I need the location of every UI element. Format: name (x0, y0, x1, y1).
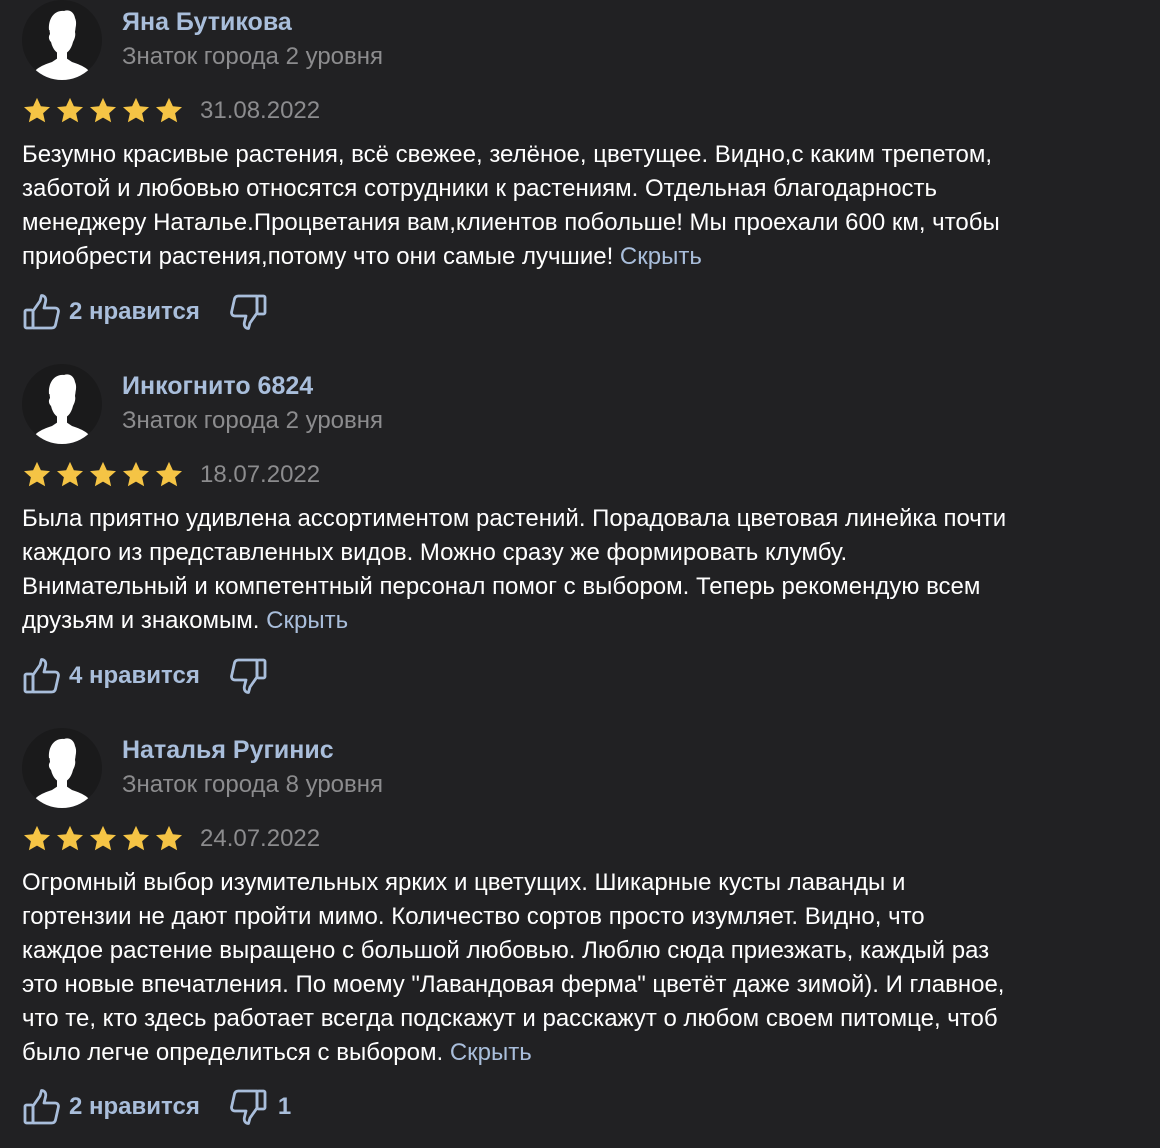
review-text-line: Внимательный и компетентный персонал пом… (22, 573, 981, 600)
review-date: 18.07.2022 (200, 461, 321, 488)
like-count: 4 нравится (69, 662, 200, 689)
avatar[interactable] (22, 364, 102, 444)
star-icon (156, 461, 182, 487)
author-level: Знаток города 8 уровня (122, 771, 384, 798)
author-name[interactable]: Яна Бутикова (122, 8, 292, 37)
like-count: 2 нравится (69, 1093, 200, 1120)
hide-text-link[interactable]: Скрыть (266, 607, 348, 634)
like-button[interactable]: 4 нравится (22, 656, 200, 696)
review-text-line: это новые впечатления. По моему "Лавандо… (22, 971, 1005, 998)
star-icon (123, 461, 149, 487)
thumbs-up-icon (23, 294, 60, 330)
thumbs-down-icon (229, 1089, 267, 1125)
dislike-button[interactable]: 1 (228, 1087, 291, 1127)
review-text-line: друзьям и знакомым. (22, 607, 260, 634)
review-text-line: Безумно красивые растения, всё свежее, з… (22, 141, 993, 168)
review-actions: 2 нравится (22, 290, 278, 334)
dislike-button[interactable] (228, 292, 278, 332)
star-icon (90, 97, 116, 123)
star-icon (123, 825, 149, 851)
author-level: Знаток города 2 уровня (122, 407, 384, 434)
star-rating (22, 824, 184, 854)
avatar[interactable] (22, 0, 102, 80)
review-text-line: приобрести растения,потому что они самые… (22, 243, 614, 270)
review-text-line-last: приобрести растения,потому что они самые… (22, 240, 1142, 274)
review-text-line: заботой и любовью относятся сотрудники к… (22, 175, 938, 202)
review-text-line: менеджеру Наталье.Процветания вам,клиент… (22, 209, 1000, 236)
rating-row: 31.08.2022 (22, 94, 320, 128)
review-date: 31.08.2022 (200, 97, 321, 124)
star-rating (22, 460, 184, 490)
review-text: Огромный выбор изумительных ярких и цвет… (22, 866, 1142, 1070)
author-name[interactable]: Наталья Ругинис (122, 736, 334, 765)
thumbs-up-icon (23, 1089, 60, 1125)
author-name[interactable]: Инкогнито 6824 (122, 372, 313, 401)
review-text-line: было легче определиться с выбором. (22, 1039, 444, 1066)
review-text: Была приятно удивлена ассортиментом раст… (22, 502, 1142, 638)
review-text: Безумно красивые растения, всё свежее, з… (22, 138, 1142, 274)
star-icon (90, 825, 116, 851)
user-silhouette-icon (31, 10, 93, 80)
review-text-line: Была приятно удивлена ассортиментом раст… (22, 505, 1007, 532)
avatar[interactable] (22, 728, 102, 808)
like-count: 2 нравится (69, 298, 200, 325)
thumbs-up-icon (23, 658, 60, 694)
review-date: 24.07.2022 (200, 825, 321, 852)
star-rating (22, 96, 184, 126)
star-icon (57, 825, 83, 851)
star-icon (123, 97, 149, 123)
review-text-line: каждое растение выращено с большой любов… (22, 937, 990, 964)
review-text-line-last: было легче определиться с выбором. Скрыт… (22, 1036, 1142, 1070)
review-text-line: что те, кто здесь работает всегда подска… (22, 1005, 998, 1032)
review-text-line-last: друзьям и знакомым. Скрыть (22, 604, 1142, 638)
review-actions: 2 нравится 1 (22, 1085, 291, 1129)
hide-text-link[interactable]: Скрыть (620, 243, 702, 270)
dislike-count: 1 (277, 1093, 292, 1120)
review-text-line: гортензии не дают пройти мимо. Количеств… (22, 903, 925, 930)
star-icon (24, 97, 50, 123)
hide-text-link[interactable]: Скрыть (450, 1039, 532, 1066)
review-text-line: каждого из представленных видов. Можно с… (22, 539, 848, 566)
star-icon (90, 461, 116, 487)
dislike-button[interactable] (228, 656, 278, 696)
star-icon (156, 825, 182, 851)
review-text-line: Огромный выбор изумительных ярких и цвет… (22, 869, 906, 896)
rating-row: 18.07.2022 (22, 458, 320, 492)
like-button[interactable]: 2 нравится (22, 1087, 200, 1127)
like-button[interactable]: 2 нравится (22, 292, 200, 332)
user-silhouette-icon (31, 738, 93, 808)
star-icon (57, 461, 83, 487)
star-icon (24, 825, 50, 851)
star-icon (57, 97, 83, 123)
author-level: Знаток города 2 уровня (122, 43, 384, 70)
review-actions: 4 нравится (22, 654, 278, 698)
thumbs-down-icon (229, 658, 267, 694)
thumbs-down-icon (229, 294, 267, 330)
star-icon (24, 461, 50, 487)
star-icon (156, 97, 182, 123)
user-silhouette-icon (31, 374, 93, 444)
rating-row: 24.07.2022 (22, 822, 320, 856)
